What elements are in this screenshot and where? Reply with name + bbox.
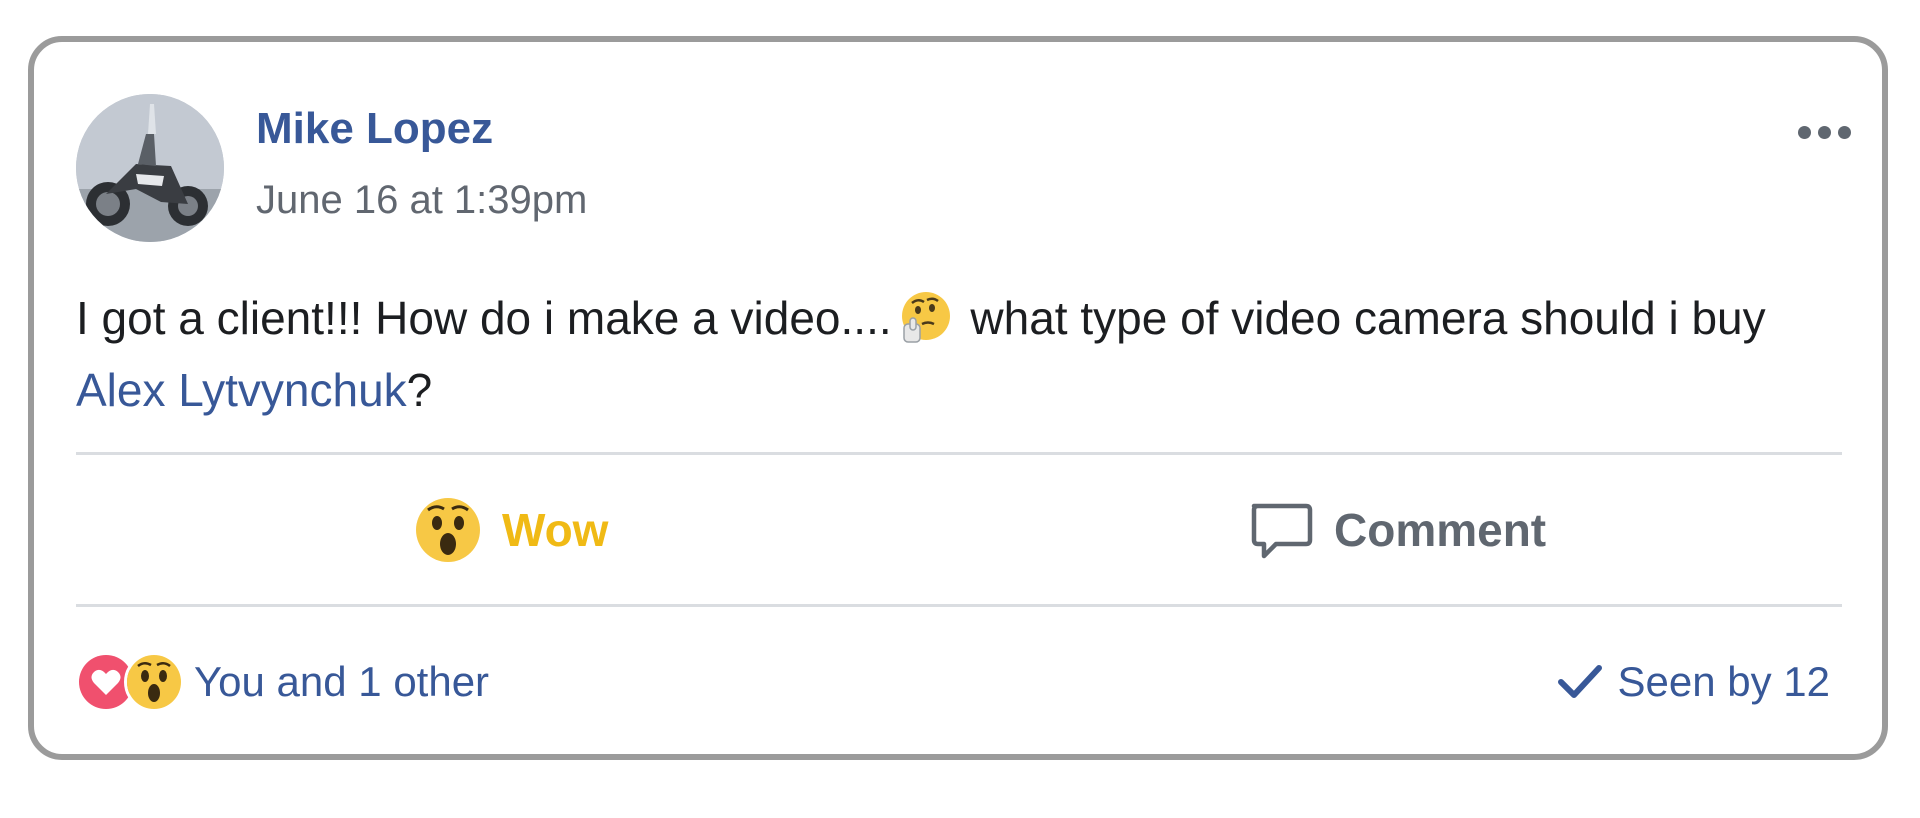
mention-link[interactable]: Alex Lytvynchuk (76, 364, 407, 416)
post-text-part-3: ? (406, 364, 433, 416)
author-name[interactable]: Mike Lopez (256, 104, 493, 154)
post-timestamp[interactable]: June 16 at 1:39pm (256, 178, 587, 223)
author-avatar[interactable] (76, 94, 224, 242)
checkmark-icon (1558, 665, 1603, 698)
post-text: I got a client!!! How do i make a video.… (76, 282, 1836, 426)
wow-reaction-button[interactable]: Wow (414, 490, 608, 570)
divider (76, 452, 1842, 455)
post-card: Mike Lopez June 16 at 1:39pm I got a cli… (28, 36, 1888, 760)
seen-by[interactable]: Seen by 12 (1557, 652, 1830, 712)
motorcycle-photo-icon (76, 94, 224, 242)
speech-bubble-icon (1246, 496, 1314, 564)
divider (76, 604, 1842, 607)
more-options-icon[interactable] (1788, 112, 1860, 152)
wow-emoji-icon (414, 496, 482, 564)
post-text-part-1: I got a client!!! How do i make a video.… (76, 292, 892, 344)
wow-reaction-icon (124, 652, 184, 712)
seen-by-text: Seen by 12 (1617, 658, 1830, 705)
comment-label: Comment (1334, 504, 1547, 556)
thinking-face-emoji-icon (896, 288, 954, 346)
reactions-summary[interactable]: You and 1 other (76, 652, 489, 712)
wow-reaction-label: Wow (502, 504, 609, 556)
comment-button[interactable]: Comment (1246, 490, 1546, 570)
reactions-summary-text: You and 1 other (194, 658, 490, 705)
post-text-part-2: what type of video camera should i buy (957, 292, 1766, 344)
